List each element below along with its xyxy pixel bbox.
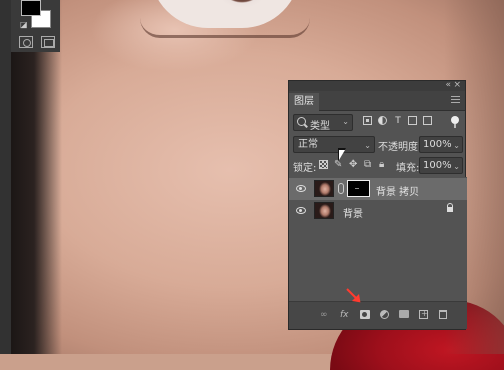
fx-icon[interactable]: fx: [340, 310, 349, 320]
lock-label: 锁定:: [293, 163, 317, 174]
lock-transparent-icon[interactable]: [319, 160, 328, 169]
type-filter-icon[interactable]: T: [393, 116, 403, 127]
trash-icon[interactable]: [439, 310, 447, 319]
new-layer-icon[interactable]: [419, 309, 428, 319]
lock-all-icon[interactable]: 🔒︎: [379, 160, 388, 170]
filter-kind-label: 类型: [310, 121, 330, 132]
mouse-cursor-icon: [338, 148, 348, 163]
layer-name[interactable]: 背景 拷贝: [376, 183, 419, 198]
layer-thumbnail[interactable]: [314, 202, 334, 219]
blend-row: 正常 ⌄ 不透明度: 100% ⌄: [289, 136, 467, 154]
fill-value: 100%: [423, 160, 452, 171]
eye-icon[interactable]: [296, 207, 306, 214]
opacity-value: 100%: [423, 139, 452, 150]
lock-artboard-icon[interactable]: ⧉: [364, 160, 373, 170]
layer-mask-thumbnail[interactable]: [347, 180, 370, 197]
smart-object-filter-icon[interactable]: [423, 116, 432, 125]
shape-filter-icon[interactable]: [408, 116, 417, 125]
chevron-down-icon: ⌄: [453, 141, 460, 150]
filter-row: 类型 ⌄ T: [289, 114, 467, 132]
filter-toggle-icon[interactable]: [451, 116, 459, 128]
lock-row: 锁定: ✎ ✥ ⧉ 🔒︎ 填充: 100% ⌄: [289, 157, 467, 175]
close-icon[interactable]: ×: [453, 80, 461, 90]
fill-label: 填充:: [396, 163, 420, 174]
screen-mode-icon[interactable]: [41, 36, 55, 48]
photo-lashline: [140, 18, 310, 38]
eye-icon[interactable]: [296, 185, 306, 192]
tab-layers[interactable]: 图层: [289, 93, 319, 111]
link-icon[interactable]: [338, 183, 344, 194]
search-icon: [297, 117, 306, 126]
panel-title-bar[interactable]: « ×: [289, 80, 465, 91]
layer-row[interactable]: 背景: [289, 200, 467, 222]
adjustment-layer-icon[interactable]: [380, 310, 389, 319]
layer-name[interactable]: 背景: [343, 205, 363, 220]
panel-menu-icon[interactable]: [451, 96, 460, 105]
chevron-down-icon: ⌄: [342, 117, 349, 126]
adjustment-filter-icon[interactable]: [378, 116, 387, 125]
pixel-filter-icon[interactable]: [363, 116, 372, 125]
lock-icon: [447, 203, 453, 212]
panel-footer: ∞ fx: [289, 301, 467, 329]
layer-thumbnail[interactable]: [314, 180, 334, 197]
collapse-icon[interactable]: «: [445, 80, 451, 90]
add-mask-icon[interactable]: [360, 310, 370, 319]
chevron-down-icon: ⌄: [364, 141, 371, 150]
link-layers-icon[interactable]: ∞: [320, 310, 328, 320]
panel-tab-bar: 图层: [289, 91, 465, 111]
default-colors-icon[interactable]: ◪: [20, 20, 28, 29]
fill-field[interactable]: 100% ⌄: [419, 157, 463, 174]
group-folder-icon[interactable]: [399, 310, 409, 318]
toolbar-strip: [0, 0, 11, 354]
opacity-field[interactable]: 100% ⌄: [419, 136, 463, 153]
quick-mask-icon[interactable]: [19, 36, 33, 48]
layers-list: 背景 拷贝 背景: [289, 177, 467, 303]
layers-panel: « × 图层 类型 ⌄ T 正常 ⌄ 不透明度: 100% ⌄ 锁定: ✎ ✥ …: [288, 80, 467, 330]
lock-position-icon[interactable]: ✥: [349, 160, 358, 170]
layer-row[interactable]: 背景 拷贝: [289, 178, 467, 200]
filter-kind-select[interactable]: 类型 ⌄: [293, 114, 353, 132]
opacity-label: 不透明度:: [378, 142, 422, 153]
blend-mode-value: 正常: [298, 139, 318, 150]
foreground-color-swatch[interactable]: [21, 0, 41, 16]
blend-mode-select[interactable]: 正常 ⌄: [293, 136, 375, 153]
chevron-down-icon: ⌄: [453, 162, 460, 171]
color-tools: ◪: [11, 0, 60, 52]
